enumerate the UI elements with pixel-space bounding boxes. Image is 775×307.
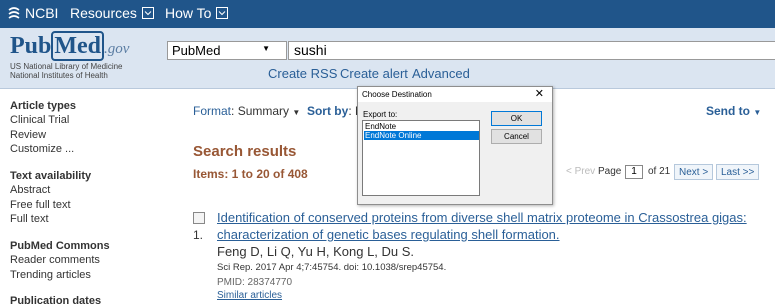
publication-dates-heading: Publication dates (10, 295, 102, 307)
result-pmid: PMID: 28374770 (217, 277, 293, 288)
nih-label: National Institutes of Health (10, 71, 108, 80)
dialog-title: Choose Destination (362, 90, 432, 99)
howto-menu[interactable]: How To (165, 5, 211, 21)
send-to-caret-icon: ▼ (753, 108, 762, 117)
customize-link[interactable]: Customize ... (10, 143, 74, 155)
ok-button[interactable]: OK (491, 111, 542, 126)
ncbi-top-bar: NCBI Resources How To (0, 0, 775, 28)
dialog-titlebar[interactable]: Choose Destination ✕ (358, 87, 552, 102)
advanced-search-link[interactable]: Advanced (412, 66, 470, 81)
prev-page-link[interactable]: < Prev (566, 166, 595, 177)
result-number: 1. (193, 228, 204, 242)
text-availability-heading: Text availability (10, 170, 92, 182)
option-endnote-online[interactable]: EndNote Online (364, 131, 479, 140)
filter-abstract[interactable]: Abstract (10, 184, 50, 196)
resources-menu[interactable]: Resources (70, 5, 137, 21)
export-to-label: Export to: (363, 110, 398, 119)
result-title-line-2[interactable]: characterization of genetic bases regula… (217, 227, 560, 242)
resources-chevron-icon[interactable] (142, 7, 154, 19)
send-to-menu[interactable]: Send to ▼ (706, 104, 761, 118)
send-to-label: Send to (706, 104, 750, 118)
filter-full-text[interactable]: Full text (10, 213, 49, 225)
format-value[interactable]: Summary (238, 104, 289, 118)
choose-destination-dialog: Choose Destination ✕ Export to: EndNote … (357, 86, 553, 205)
result-journal: Sci Rep. 2017 Apr 4;7:45754. doi: 10.103… (217, 262, 447, 273)
search-results-heading: Search results (193, 143, 297, 160)
display-settings: Format: Summary ▼ Sort by: M (193, 104, 365, 118)
logo-pub: Pub (10, 33, 52, 59)
search-input[interactable]: sushi (288, 41, 775, 60)
howto-chevron-icon[interactable] (216, 7, 228, 19)
create-alert-link[interactable]: Create alert (340, 66, 408, 81)
trending-articles-link[interactable]: Trending articles (10, 269, 91, 281)
page-total: of 21 (648, 166, 671, 177)
database-value: PubMed (172, 43, 221, 58)
close-icon[interactable]: ✕ (535, 87, 544, 100)
next-page-button[interactable]: Next > (674, 164, 714, 180)
filter-review[interactable]: Review (10, 129, 46, 141)
pubmed-logo[interactable]: Pub Med .gov (10, 31, 130, 61)
article-types-heading: Article types (10, 100, 77, 112)
similar-articles-link[interactable]: Similar articles (217, 290, 282, 301)
dropdown-arrow-icon: ▼ (262, 44, 270, 53)
database-select[interactable]: PubMed ▼ (167, 41, 287, 60)
pubmed-commons-heading: PubMed Commons (10, 240, 110, 252)
sort-label[interactable]: Sort by (307, 104, 348, 118)
result-title-line-1[interactable]: Identification of conserved proteins fro… (217, 210, 747, 225)
logo-gov: .gov (104, 41, 130, 57)
create-rss-link[interactable]: Create RSS (268, 66, 337, 81)
ncbi-home-link[interactable]: NCBI (25, 5, 58, 21)
ncbi-logo-icon[interactable] (6, 6, 22, 22)
filter-free-full-text[interactable]: Free full text (10, 199, 71, 211)
nlm-label: US National Library of Medicine (10, 62, 123, 71)
option-endnote[interactable]: EndNote (364, 122, 479, 131)
format-caret-icon: ▼ (292, 108, 301, 117)
reader-comments-link[interactable]: Reader comments (10, 254, 100, 266)
items-count: Items: 1 to 20 of 408 (193, 167, 308, 181)
export-destination-list[interactable]: EndNote EndNote Online (362, 120, 480, 196)
page-number-input[interactable]: 1 (625, 165, 643, 179)
pubmed-header: Pub Med .gov US National Library of Medici… (0, 28, 775, 89)
cancel-button[interactable]: Cancel (491, 129, 542, 144)
result-authors: Feng D, Li Q, Yu H, Kong L, Du S. (217, 244, 415, 259)
page-label: Page (598, 166, 622, 177)
last-page-button[interactable]: Last >> (716, 164, 760, 180)
result-checkbox[interactable] (193, 212, 205, 224)
format-label[interactable]: Format (193, 104, 231, 118)
filter-clinical-trial[interactable]: Clinical Trial (10, 114, 69, 126)
logo-med: Med (51, 31, 105, 61)
